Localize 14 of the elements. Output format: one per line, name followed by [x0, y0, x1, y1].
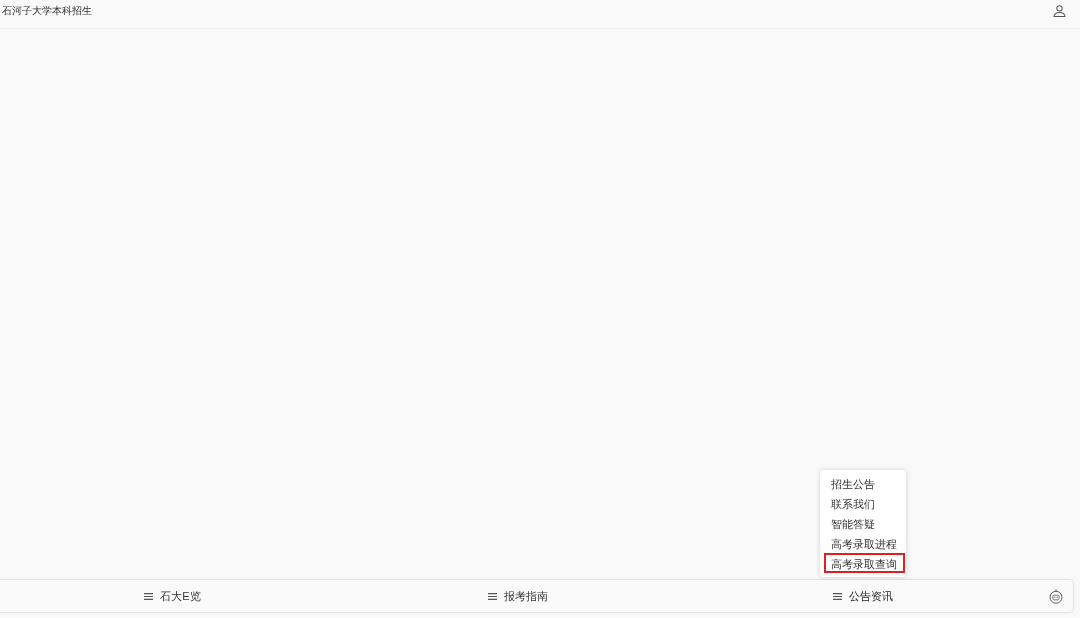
- submenu-item[interactable]: 智能答疑: [823, 513, 905, 533]
- submenu-item[interactable]: 高考录取查询: [823, 553, 905, 573]
- menu-icon: [832, 592, 842, 600]
- menu-button[interactable]: 石大E览: [141, 586, 204, 606]
- menu-button[interactable]: 报考指南: [484, 586, 551, 606]
- user-icon[interactable]: [1053, 4, 1066, 17]
- menu-icon: [144, 592, 154, 600]
- menu-button[interactable]: 公告资讯: [829, 586, 896, 606]
- face-icon[interactable]: [1049, 588, 1063, 604]
- menu-icon: [487, 592, 497, 600]
- submenu-item[interactable]: 招生公告: [823, 473, 905, 493]
- page-title: 石河子大学本科招生: [2, 4, 92, 18]
- submenu-item[interactable]: 联系我们: [823, 493, 905, 513]
- submenu-item[interactable]: 高考录取进程: [823, 533, 905, 553]
